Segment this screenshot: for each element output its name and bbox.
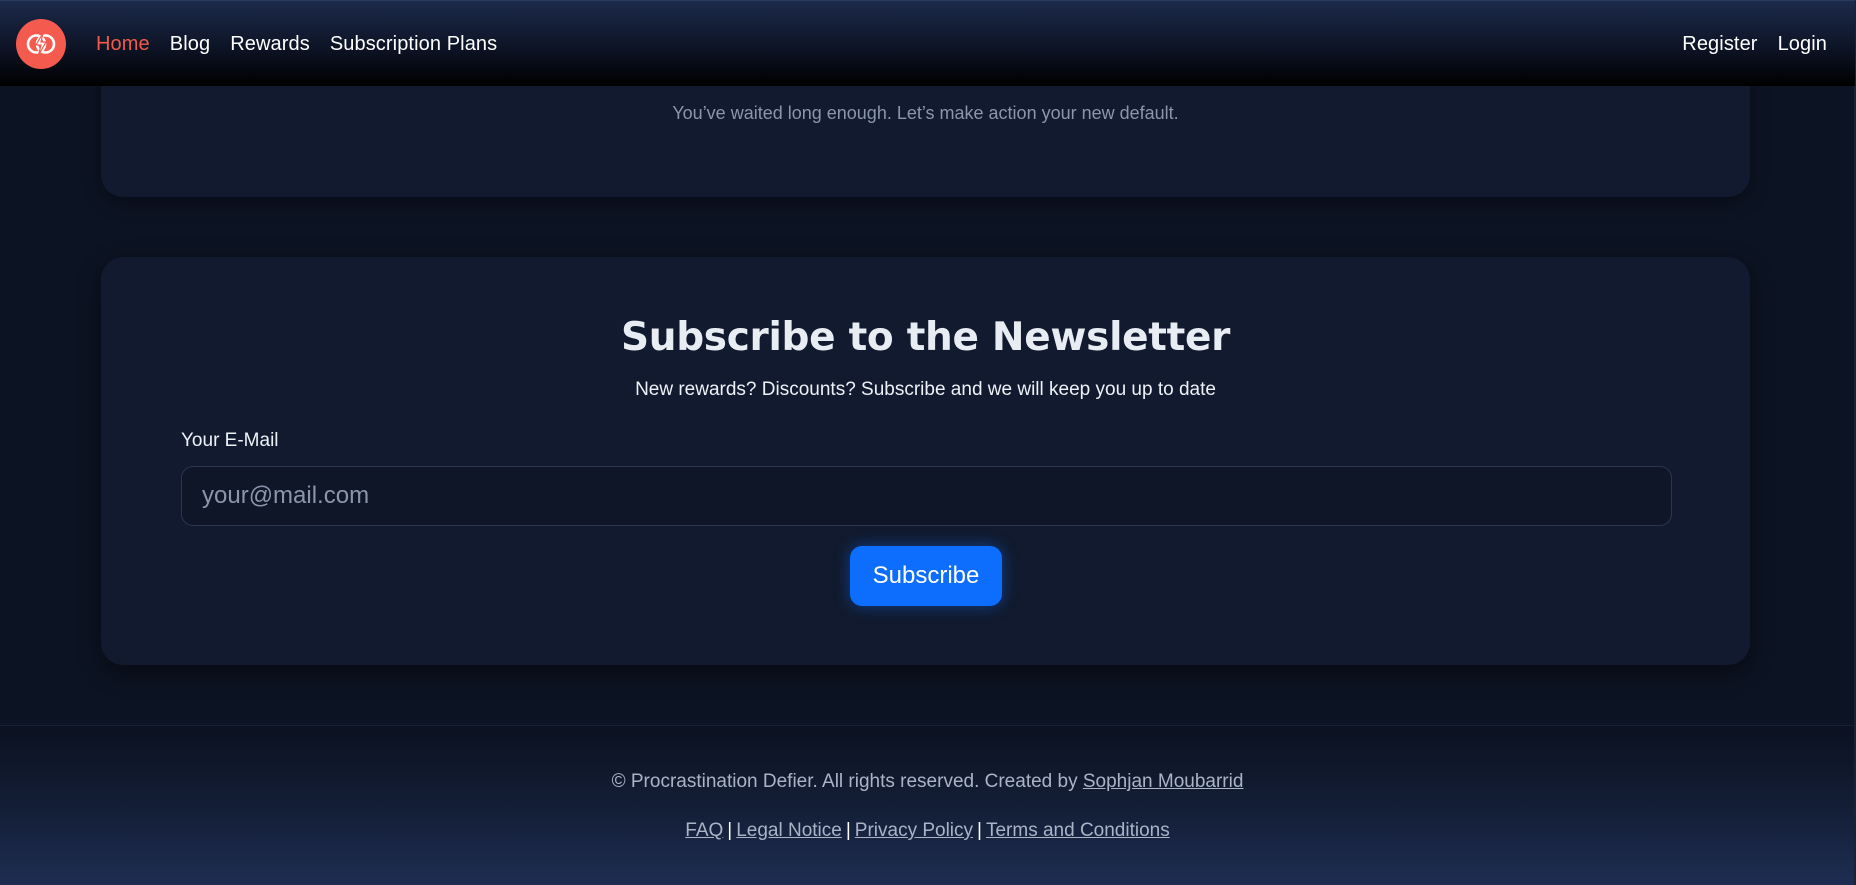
faq-link[interactable]: FAQ xyxy=(685,820,723,841)
hero-tagline: You’ve waited long enough. Let’s make ac… xyxy=(672,103,1179,123)
nav-links: Home Blog Rewards Subscription Plans xyxy=(96,1,497,87)
footer-separator: | xyxy=(727,820,733,841)
page-content: You’ve waited long enough. Let’s make ac… xyxy=(0,0,1855,885)
login-link[interactable]: Login xyxy=(1778,33,1827,56)
footer-separator: | xyxy=(977,820,982,841)
legal-notice-link[interactable]: Legal Notice xyxy=(736,820,842,841)
nav-subscription-plans[interactable]: Subscription Plans xyxy=(330,33,497,56)
footer-copyright: © Procrastination Defier. All rights res… xyxy=(0,771,1855,793)
email-input[interactable] xyxy=(181,466,1672,526)
privacy-policy-link[interactable]: Privacy Policy xyxy=(855,820,973,841)
nav-home[interactable]: Home xyxy=(96,33,150,56)
newsletter-subtitle: New rewards? Discounts? Subscribe and we… xyxy=(635,379,1216,400)
top-navbar: Home Blog Rewards Subscription Plans Reg… xyxy=(0,0,1855,86)
nav-rewards[interactable]: Rewards xyxy=(230,33,310,56)
copyright-text: © Procrastination Defier. All rights res… xyxy=(611,771,1078,792)
lightning-bolt-icon xyxy=(26,32,56,56)
terms-link[interactable]: Terms and Conditions xyxy=(986,820,1170,841)
footer-separator: | xyxy=(845,820,851,841)
email-label: Your E-Mail xyxy=(181,430,279,451)
nav-blog[interactable]: Blog xyxy=(170,33,210,56)
register-link[interactable]: Register xyxy=(1682,33,1757,56)
newsletter-title: Subscribe to the Newsletter xyxy=(620,315,1231,360)
app-viewport: You’ve waited long enough. Let’s make ac… xyxy=(0,0,1856,885)
footer-links: FAQ | Legal Notice | Privacy Policy | Terms an… xyxy=(0,820,1855,842)
newsletter-card: Subscribe to the Newsletter New rewards?… xyxy=(101,257,1750,665)
subscribe-button[interactable]: Subscribe xyxy=(850,546,1002,606)
author-link[interactable]: Sophjan Moubarrid xyxy=(1083,771,1244,792)
logo[interactable] xyxy=(16,19,66,69)
nav-auth: Register Login xyxy=(1682,1,1827,87)
footer: © Procrastination Defier. All rights res… xyxy=(0,725,1855,885)
